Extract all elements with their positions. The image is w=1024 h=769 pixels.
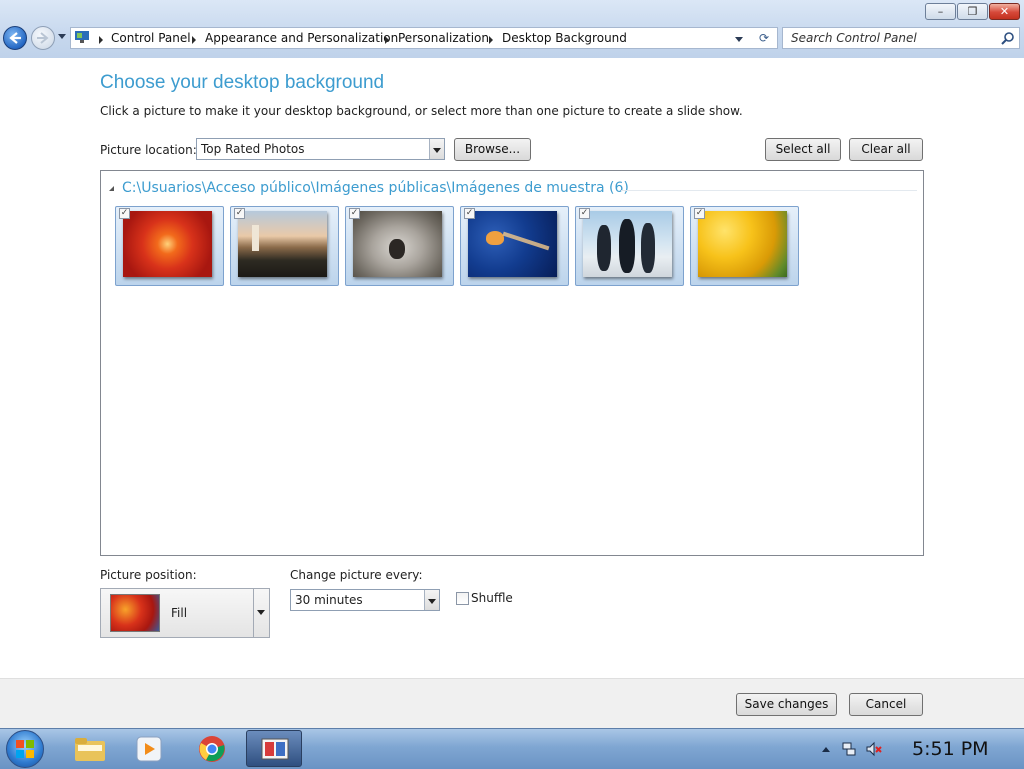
page-title: Choose your desktop background xyxy=(100,72,385,93)
show-hidden-icons-icon[interactable] xyxy=(822,747,830,752)
chevron-down-icon[interactable] xyxy=(424,590,439,610)
shuffle-label[interactable]: Shuffle xyxy=(471,591,513,605)
picture-checkbox[interactable]: ✓ xyxy=(694,208,705,219)
breadcrumb-desktop-background[interactable]: Desktop Background xyxy=(502,31,627,45)
clear-all-button[interactable]: Clear all xyxy=(849,138,923,161)
picture-checkbox[interactable]: ✓ xyxy=(349,208,360,219)
group-divider xyxy=(621,190,917,191)
position-preview-image xyxy=(110,594,160,632)
chevron-down-icon[interactable] xyxy=(429,139,444,159)
page-subtitle: Click a picture to make it your desktop … xyxy=(100,104,743,118)
picture-tile-penguins[interactable]: ✓ xyxy=(575,206,684,286)
forward-button[interactable] xyxy=(31,26,55,50)
window-chrome: – ❐ ✕ Control Panel Appearance and Perso… xyxy=(0,0,1024,59)
breadcrumb-appearance[interactable]: Appearance and Personalization xyxy=(205,31,398,45)
search-placeholder: Search Control Panel xyxy=(791,31,917,45)
browse-button[interactable]: Browse... xyxy=(454,138,531,161)
breadcrumb-separator xyxy=(192,36,196,44)
penguin-shape xyxy=(619,219,635,273)
picture-tile-lighthouse[interactable]: ✓ xyxy=(230,206,339,286)
personalization-icon xyxy=(261,738,289,760)
shuffle-checkbox[interactable] xyxy=(456,592,469,605)
media-player-icon xyxy=(136,736,162,762)
back-arrow-icon xyxy=(9,32,21,44)
picture-tile-tulips[interactable]: ✓ xyxy=(690,206,799,286)
jellyfish-shape xyxy=(486,231,504,245)
change-interval-select[interactable]: 30 minutes xyxy=(290,589,440,611)
chrome-icon xyxy=(199,736,225,762)
picture-location-value: Top Rated Photos xyxy=(201,142,305,156)
network-icon[interactable] xyxy=(842,742,856,756)
forward-arrow-icon xyxy=(37,32,49,44)
jellyfish-tentacles xyxy=(502,231,550,251)
breadcrumb-separator xyxy=(385,36,389,44)
address-dropdown-icon[interactable] xyxy=(735,37,743,42)
picture-checkbox[interactable]: ✓ xyxy=(579,208,590,219)
picture-tile-koala[interactable]: ✓ xyxy=(345,206,454,286)
jellyfish-picture xyxy=(468,211,557,277)
address-bar[interactable]: Control Panel Appearance and Personaliza… xyxy=(70,27,778,49)
footer-bar: Save changes Cancel xyxy=(0,678,1024,729)
picture-tile-jellyfish[interactable]: ✓ xyxy=(460,206,569,286)
cancel-button[interactable]: Cancel xyxy=(849,693,923,716)
change-interval-value: 30 minutes xyxy=(295,593,363,607)
chevron-down-icon[interactable] xyxy=(253,589,269,637)
koala-nose xyxy=(389,239,405,259)
taskbar-item-media-player[interactable] xyxy=(122,730,178,767)
close-icon: ✕ xyxy=(999,5,1010,18)
lighthouse-picture xyxy=(238,211,327,277)
clock[interactable]: 5:51 PM xyxy=(912,738,989,760)
breadcrumb-separator xyxy=(99,36,103,44)
penguin-shape xyxy=(597,225,611,271)
windows-logo-icon xyxy=(16,740,34,758)
start-button[interactable] xyxy=(6,730,44,768)
group-header[interactable]: C:\Usuarios\Acceso público\Imágenes públ… xyxy=(122,180,629,196)
back-button[interactable] xyxy=(3,26,27,50)
penguins-picture xyxy=(583,211,672,277)
save-changes-button[interactable]: Save changes xyxy=(736,693,837,716)
change-picture-label: Change picture every: xyxy=(290,568,423,582)
picture-gallery: C:\Usuarios\Acceso público\Imágenes públ… xyxy=(100,170,924,556)
taskbar-item-explorer[interactable] xyxy=(62,730,118,767)
close-button[interactable]: ✕ xyxy=(989,3,1020,20)
breadcrumb-personalization[interactable]: Personalization xyxy=(398,31,489,45)
maximize-button[interactable]: ❐ xyxy=(957,3,988,20)
collapse-group-icon[interactable] xyxy=(109,186,114,191)
picture-position-select[interactable]: Fill xyxy=(100,588,270,638)
restore-icon: ❐ xyxy=(967,5,978,18)
picture-position-label: Picture position: xyxy=(100,568,197,582)
picture-position-value: Fill xyxy=(171,606,188,620)
picture-location-select[interactable]: Top Rated Photos xyxy=(196,138,445,160)
picture-checkbox[interactable]: ✓ xyxy=(234,208,245,219)
breadcrumb-separator xyxy=(489,36,493,44)
picture-checkbox[interactable]: ✓ xyxy=(464,208,475,219)
control-panel-icon xyxy=(75,31,89,43)
taskbar-item-chrome[interactable] xyxy=(184,730,240,767)
picture-checkbox[interactable]: ✓ xyxy=(119,208,130,219)
tulips-picture xyxy=(698,211,787,277)
content-pane: Choose your desktop background Click a p… xyxy=(0,58,1024,678)
minimize-button[interactable]: – xyxy=(925,3,956,20)
taskbar-item-personalization[interactable] xyxy=(246,730,302,767)
select-all-button[interactable]: Select all xyxy=(765,138,841,161)
folder-icon xyxy=(75,738,105,761)
minimize-icon: – xyxy=(937,5,944,18)
volume-muted-icon[interactable] xyxy=(866,741,882,757)
search-input[interactable]: Search Control Panel xyxy=(782,27,1020,49)
breadcrumb-control-panel[interactable]: Control Panel xyxy=(111,31,191,45)
lighthouse-shape xyxy=(252,225,259,251)
refresh-icon[interactable]: ⟳ xyxy=(759,31,769,45)
picture-tile-chrysanthemum[interactable]: ✓ xyxy=(115,206,224,286)
koala-picture xyxy=(353,211,442,277)
picture-location-label: Picture location: xyxy=(100,143,197,157)
taskbar: 5:51 PM xyxy=(0,728,1024,769)
penguin-shape xyxy=(641,223,655,273)
chrysanthemum-picture xyxy=(123,211,212,277)
search-icon[interactable] xyxy=(1001,31,1015,45)
recent-pages-dropdown[interactable] xyxy=(58,34,66,39)
